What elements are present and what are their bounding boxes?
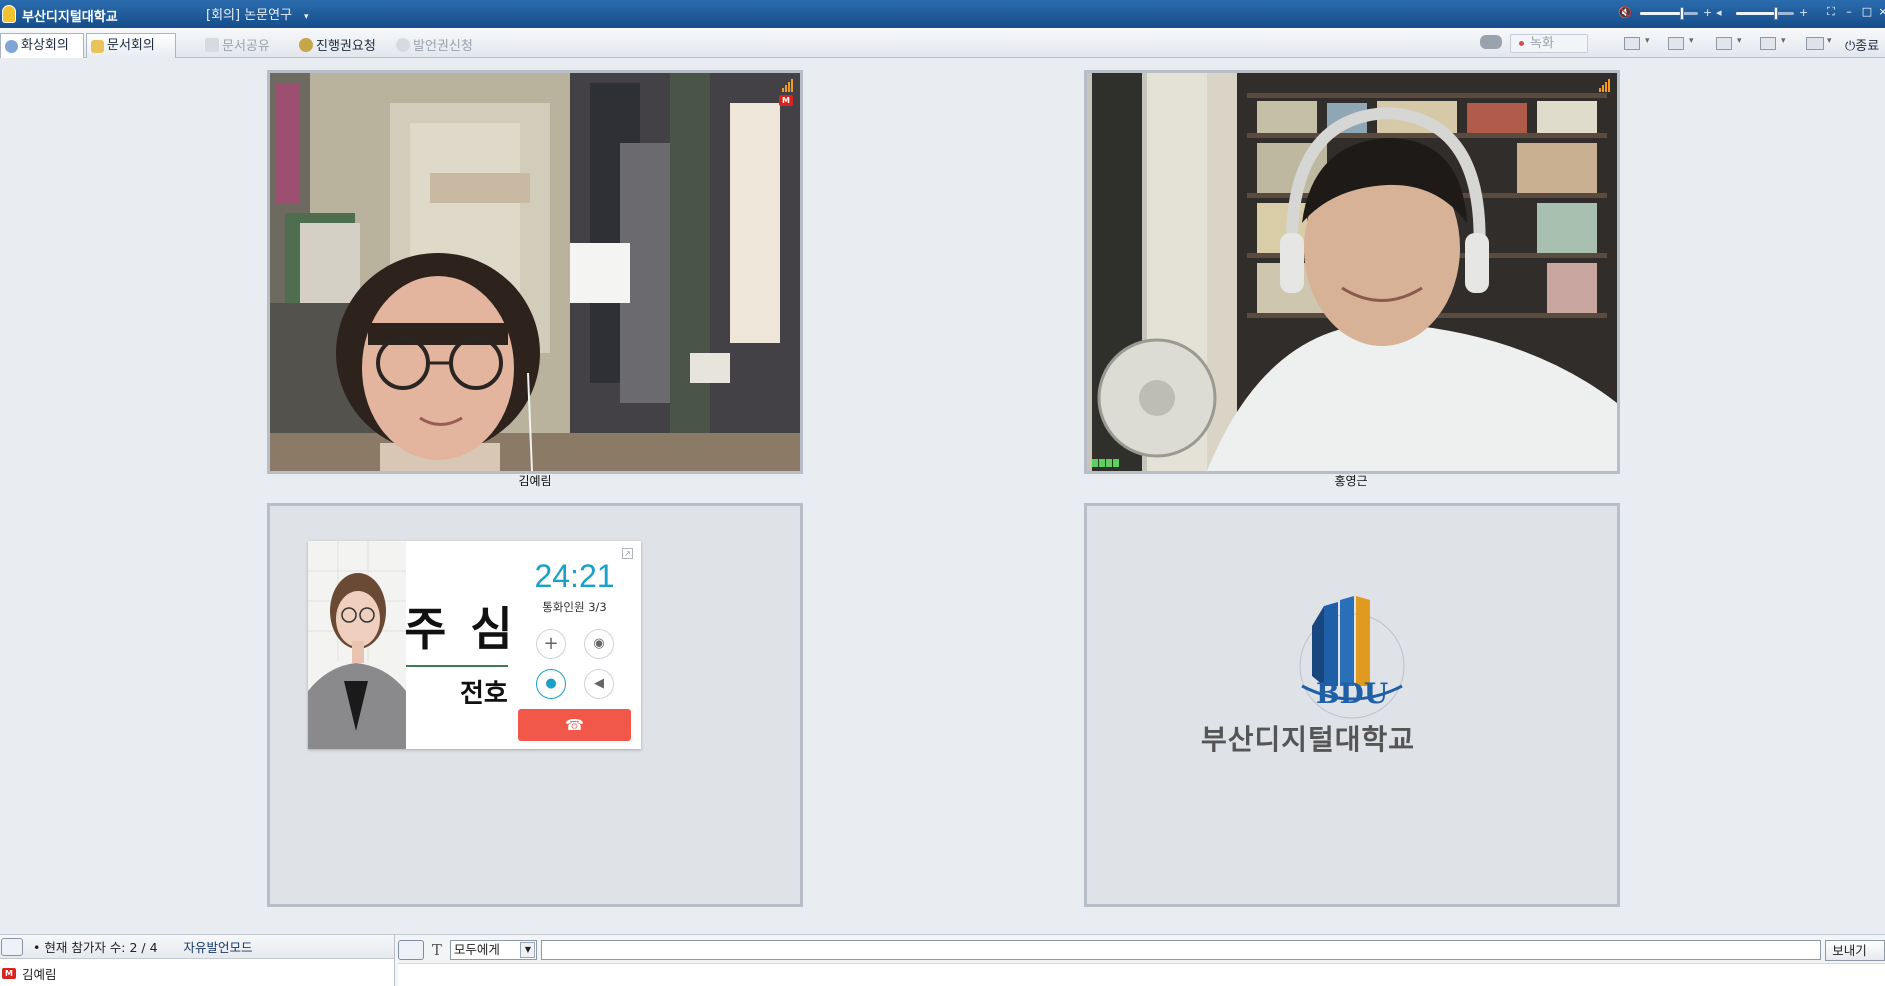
add-participant-button[interactable]: + bbox=[536, 629, 566, 659]
video-tile-participant-3[interactable]: 주 심 전호 ↗ 24:21 통화인원 3/3 + ◉ ● ◀ ☎ bbox=[267, 503, 803, 907]
bdu-name: 부산디지털대학교 bbox=[1200, 723, 1416, 756]
exit-button[interactable]: ⏻종료 bbox=[1845, 35, 1879, 54]
share-icon bbox=[205, 37, 219, 52]
share-document-button[interactable]: 문서공유 bbox=[205, 35, 270, 54]
list-item[interactable]: M 김예림 bbox=[0, 959, 394, 986]
bdu-logo-text: BDU bbox=[1316, 677, 1388, 710]
request-speak-label: 발언권신청 bbox=[413, 39, 473, 54]
camera-settings-icon[interactable] bbox=[1480, 35, 1502, 49]
layout-grid-icon[interactable] bbox=[1716, 36, 1742, 50]
slide-divider bbox=[406, 665, 508, 667]
mute-button[interactable]: ● bbox=[536, 669, 566, 699]
minimize-icon[interactable]: – bbox=[1842, 5, 1856, 19]
participants-icon[interactable] bbox=[1, 937, 23, 956]
recipient-select[interactable]: 모두에게 ▼ bbox=[449, 940, 538, 960]
tab-video-conference[interactable]: 화상회의 bbox=[0, 33, 84, 58]
record-button[interactable]: 녹화 bbox=[1510, 34, 1588, 53]
plus-icon[interactable]: + bbox=[1799, 6, 1808, 22]
power-icon: ⏻ bbox=[1845, 39, 1856, 54]
participant-panel: • 현재 참가자 수: 2 / 4 자유발언모드 M 김예림 bbox=[0, 935, 395, 986]
app-logo-icon bbox=[2, 5, 16, 23]
plus-icon: + bbox=[543, 633, 559, 654]
request-control-label: 진행권요청 bbox=[316, 39, 376, 54]
tab-label: 문서회의 bbox=[107, 38, 155, 53]
layout-single-icon[interactable] bbox=[1624, 36, 1650, 50]
call-window: 주 심 전호 ↗ 24:21 통화인원 3/3 + ◉ ● ◀ ☎ bbox=[308, 541, 641, 749]
toolbar: 화상회의 문서회의 문서공유 진행권요청 발언권신청 녹화 ⏻종료 bbox=[0, 28, 1885, 58]
chevron-down-icon: ▼ bbox=[520, 942, 536, 958]
camera-shape bbox=[1480, 35, 1502, 49]
call-controls: ↗ 24:21 통화인원 3/3 + ◉ ● ◀ ☎ bbox=[508, 541, 641, 749]
camera-icon bbox=[5, 39, 18, 53]
caller-photo bbox=[308, 541, 406, 749]
call-members: 통화인원 3/3 bbox=[542, 600, 607, 614]
request-speak-button[interactable]: 발언권신청 bbox=[396, 35, 473, 54]
slide-subheading: 전호 bbox=[460, 679, 508, 709]
chat-toolbar: T 모두에게 ▼ 보내기 bbox=[398, 939, 1885, 961]
speaker-button[interactable]: ◀ bbox=[584, 669, 614, 699]
speaker-mute-icon[interactable]: 🔇 bbox=[1618, 6, 1632, 22]
speaker-volume-slider[interactable] bbox=[1640, 7, 1698, 20]
exit-label: 종료 bbox=[1855, 39, 1880, 54]
share-document-label: 문서공유 bbox=[222, 39, 270, 54]
camera-icon: ◉ bbox=[593, 636, 605, 651]
participant-1-name: 김예림 bbox=[518, 474, 552, 488]
hand-icon bbox=[299, 37, 313, 52]
title-bar: 부산디지털대학교 [회의] 논문연구 ▾ 🔇 + ◂ + ⛶ – □ × bbox=[0, 0, 1885, 28]
participant-panel-header: • 현재 참가자 수: 2 / 4 자유발언모드 bbox=[0, 935, 394, 959]
participant-count: • 현재 참가자 수: 2 / 4 bbox=[33, 940, 158, 955]
mic-volume-slider[interactable] bbox=[1736, 7, 1794, 20]
video-stage: M 김예림 홍영근 주 심 전호 ↗ 24:21 통화인원 3/3 + ◉ ● … bbox=[0, 58, 1885, 934]
participant-name: 김예림 bbox=[22, 967, 57, 982]
audio-level-icon bbox=[1092, 459, 1119, 467]
signal-strength-icon bbox=[782, 79, 793, 92]
recipient-value: 모두에게 bbox=[453, 942, 500, 957]
tab-document-conference[interactable]: 문서회의 bbox=[86, 33, 176, 58]
speaker-icon: ◀ bbox=[594, 676, 604, 691]
emoticon-icon[interactable] bbox=[398, 940, 424, 960]
bottom-panel: • 현재 참가자 수: 2 / 4 자유발언모드 M 김예림 T 모두에게 ▼ … bbox=[0, 934, 1885, 986]
video-tile-participant-4[interactable]: BDU 부산디지털대학교 bbox=[1084, 503, 1620, 907]
host-badge-icon: M bbox=[779, 95, 793, 106]
app-title: 부산디지털대학교 bbox=[22, 10, 118, 25]
free-speech-mode[interactable]: 자유발언모드 bbox=[184, 937, 253, 956]
meeting-name: [회의] 논문연구 bbox=[206, 8, 293, 23]
hang-up-button[interactable]: ☎ bbox=[518, 709, 631, 741]
video-tile-participant-1[interactable]: M bbox=[267, 70, 803, 474]
record-dot-icon bbox=[1519, 41, 1524, 46]
maximize-icon[interactable]: □ bbox=[1860, 5, 1874, 19]
call-timer: 24:21 bbox=[534, 558, 615, 594]
raise-hand-icon bbox=[396, 37, 410, 52]
document-edit-icon bbox=[91, 39, 104, 53]
tab-label: 화상회의 bbox=[21, 38, 69, 53]
fullscreen-icon[interactable]: ⛶ bbox=[1824, 5, 1838, 19]
meeting-selector[interactable]: [회의] 논문연구 ▾ bbox=[206, 4, 309, 23]
signal-strength-icon bbox=[1599, 79, 1610, 92]
participant-2-name: 홍영근 bbox=[1334, 474, 1368, 488]
participant-2-video bbox=[1087, 73, 1617, 471]
layout-full-icon[interactable] bbox=[1760, 36, 1786, 50]
slide-heading: 주 심 bbox=[406, 602, 508, 656]
video-button[interactable]: ◉ bbox=[584, 629, 614, 659]
shared-slide-preview: 주 심 전호 bbox=[406, 541, 508, 749]
host-badge-icon: M bbox=[2, 968, 16, 979]
bdu-logo: BDU bbox=[1087, 506, 1617, 904]
plus-icon[interactable]: + bbox=[1703, 6, 1712, 22]
text-format-icon[interactable]: T bbox=[428, 941, 446, 959]
send-button[interactable]: 보내기 bbox=[1825, 939, 1885, 961]
close-icon[interactable]: × bbox=[1876, 5, 1885, 19]
request-control-button[interactable]: 진행권요청 bbox=[299, 35, 376, 54]
phone-hangup-icon: ☎ bbox=[565, 716, 584, 734]
keyboard-icon[interactable] bbox=[1806, 36, 1832, 50]
record-label: 녹화 bbox=[1530, 36, 1554, 51]
participant-1-video bbox=[270, 73, 800, 471]
layout-dual-icon[interactable] bbox=[1668, 36, 1694, 50]
mic-volume-icon[interactable]: ◂ bbox=[1716, 6, 1722, 22]
video-tile-participant-2[interactable] bbox=[1084, 70, 1620, 474]
chat-input[interactable] bbox=[541, 940, 1822, 960]
microphone-icon: ● bbox=[545, 676, 557, 691]
chevron-down-icon: ▾ bbox=[304, 12, 309, 22]
chat-log bbox=[398, 963, 1885, 986]
